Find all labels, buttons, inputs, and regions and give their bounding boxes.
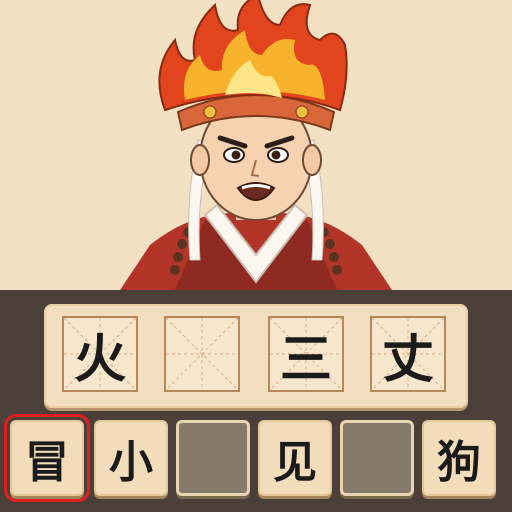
answer-slot-4[interactable]: 丈 <box>370 316 446 392</box>
choice-tile-char: 见 <box>273 437 317 488</box>
grid-guide-icon <box>166 318 238 390</box>
answer-slot-2[interactable] <box>164 316 240 392</box>
answer-slot-1[interactable]: 火 <box>62 316 138 392</box>
character-illustration <box>0 0 512 290</box>
choice-tile-1[interactable]: 冒 <box>4 414 90 502</box>
choice-tile-char: 小 <box>109 437 153 488</box>
answer-slot-char: 三 <box>279 329 332 390</box>
choice-tile-4[interactable]: 见 <box>258 420 332 496</box>
monk-with-flaming-hat-image <box>120 0 392 290</box>
choice-tile-6[interactable]: 狗 <box>422 420 496 496</box>
choice-tile-5-empty <box>340 420 414 496</box>
choice-tile-2[interactable]: 小 <box>94 420 168 496</box>
choice-tile-char: 冒 <box>25 437 69 488</box>
choice-tile-3-empty <box>176 420 250 496</box>
answer-slot-char: 丈 <box>381 329 434 390</box>
answer-slot-3[interactable]: 三 <box>268 316 344 392</box>
answer-slot-char: 火 <box>73 329 126 390</box>
choice-tile-char: 狗 <box>437 437 481 488</box>
